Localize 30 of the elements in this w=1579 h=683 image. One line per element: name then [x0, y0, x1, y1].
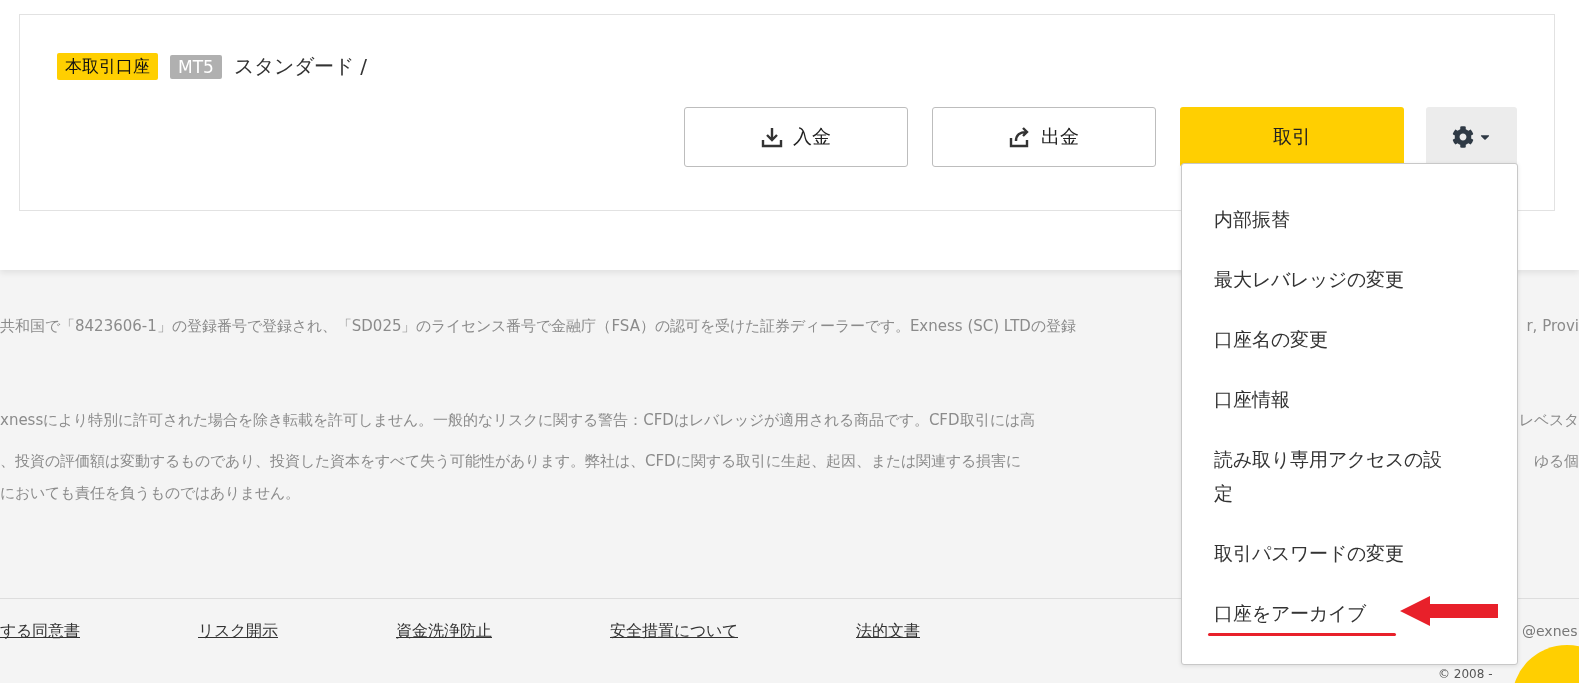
deposit-button[interactable]: 入金	[684, 107, 908, 167]
disclaimer-text: 共和国で「8423606-1」の登録番号で登録され、「SD025」のライセンス番号で金融庁（FSA）の認可を受けた証券ディーラーです。Exness (SC) LTDの登録	[0, 317, 1076, 336]
disclaimer-text: 、投資の評価額は変動するものであり、投資した資本をすべて失う可能性があります。弊社は、CFDに関する取引に生起、起因、または関連する損害に	[0, 452, 1021, 471]
copyright-text: © 2008 -	[1438, 667, 1493, 681]
footer-link[interactable]: する同意書	[0, 621, 80, 642]
disclaimer-text: レベスタ	[1519, 411, 1579, 430]
footer-link[interactable]: 資金洗浄防止	[396, 621, 492, 642]
menu-item[interactable]: 口座をアーカイブ	[1182, 596, 1517, 656]
footer-link[interactable]: リスク開示	[198, 621, 278, 642]
share-icon	[1009, 126, 1031, 148]
disclaimer-text: ゆる個	[1534, 452, 1579, 471]
platform-badge: MT5	[170, 54, 222, 79]
menu-item[interactable]: 口座情報	[1182, 382, 1517, 442]
withdraw-button[interactable]: 出金	[932, 107, 1156, 167]
disclaimer-text: xnessにより特別に許可された場合を除き転載を許可しません。一般的なリスクに関する警告：CFDはレバレッジが適用される商品です。CFD取引には高	[0, 411, 1035, 430]
account-type-badge: 本取引口座	[57, 53, 158, 80]
disclaimer-text: r, Provi	[1526, 317, 1579, 335]
download-icon	[761, 126, 783, 148]
footer-link[interactable]: 安全措置について	[610, 621, 738, 642]
menu-item[interactable]: 口座名の変更	[1182, 322, 1517, 382]
menu-item[interactable]: 最大レバレッジの変更	[1182, 262, 1517, 322]
menu-item[interactable]: 読み取り専用アクセスの設定	[1182, 442, 1517, 536]
contact-email: @exnes	[1522, 623, 1578, 639]
menu-item[interactable]: 内部振替	[1182, 202, 1517, 262]
settings-icon	[1451, 126, 1474, 148]
disclaimer-text: においても責任を負うものではありません。	[0, 484, 300, 503]
account-name: スタンダード /	[233, 53, 367, 80]
trade-button[interactable]: 取引	[1180, 107, 1404, 167]
footer-link[interactable]: 法的文書	[856, 621, 920, 642]
menu-item[interactable]: 取引パスワードの変更	[1182, 536, 1517, 596]
